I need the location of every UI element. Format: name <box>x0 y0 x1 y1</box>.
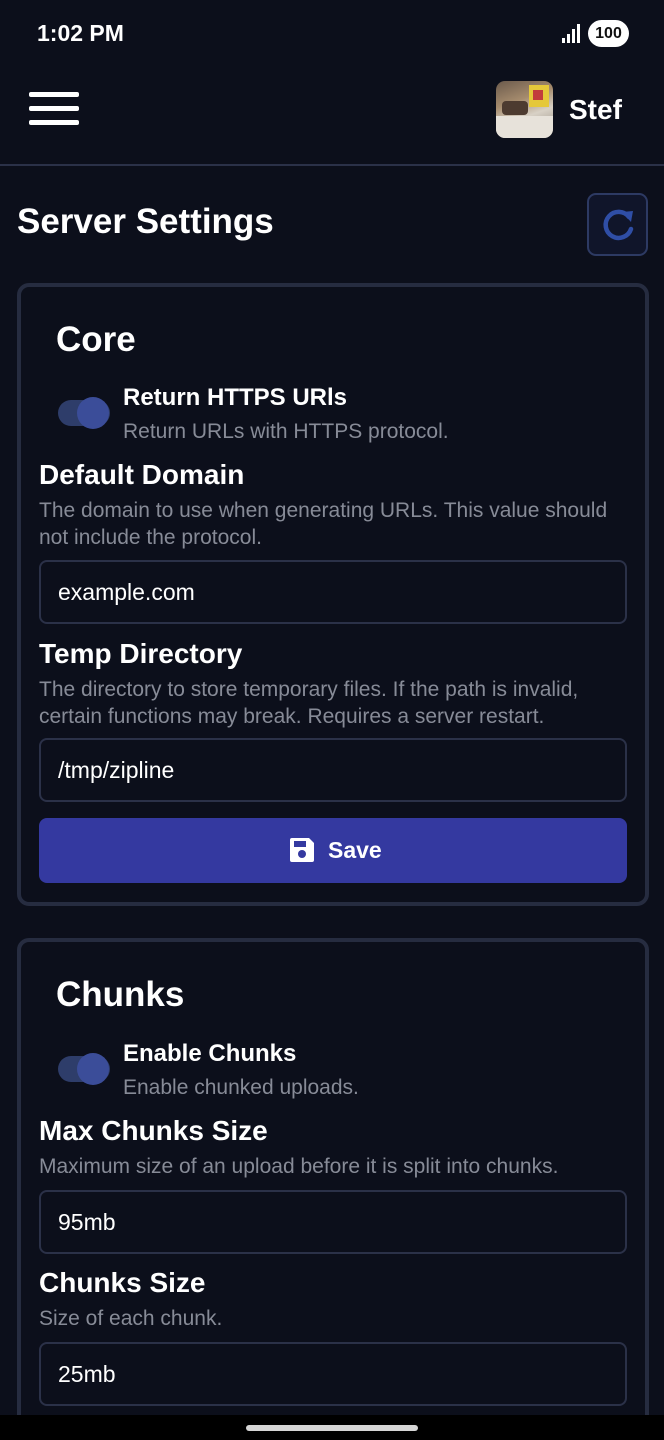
temp-directory-label: Temp Directory <box>39 638 243 669</box>
chunks-size-description: Size of each chunk. <box>39 1307 223 1330</box>
system-nav-bar <box>0 1415 664 1440</box>
max-chunks-size-input[interactable] <box>39 1190 627 1254</box>
max-chunks-size-label: Max Chunks Size <box>39 1115 268 1146</box>
chunks-size-input[interactable] <box>39 1342 627 1406</box>
floppy-disk-icon <box>290 838 314 862</box>
max-chunks-size-description: Maximum size of an upload before it is s… <box>39 1155 559 1178</box>
temp-directory-description: The directory to store temporary files. … <box>39 678 579 728</box>
status-bar: 1:02 PM 100 <box>0 0 664 66</box>
core-settings-card: Core Return HTTPS URls Return URLs with … <box>17 283 649 906</box>
app-header: Stef <box>0 66 664 166</box>
status-time: 1:02 PM <box>37 20 124 46</box>
temp-directory-input[interactable] <box>39 738 627 802</box>
chunks-settings-card: Chunks Enable Chunks Enable chunked uplo… <box>17 938 649 1440</box>
default-domain-description: The domain to use when generating URLs. … <box>39 499 608 549</box>
https-urls-toggle[interactable] <box>58 397 110 429</box>
https-urls-toggle-description: Return URLs with HTTPS protocol. <box>123 420 449 443</box>
battery-indicator: 100 <box>588 20 629 47</box>
page-title: Server Settings <box>17 202 274 241</box>
signal-icon <box>562 24 580 43</box>
save-button-label: Save <box>328 837 382 863</box>
chunks-card-title: Chunks <box>56 975 185 1014</box>
refresh-button[interactable] <box>587 193 648 256</box>
core-card-title: Core <box>56 320 136 359</box>
default-domain-input[interactable] <box>39 560 627 624</box>
chunks-size-label: Chunks Size <box>39 1267 206 1298</box>
save-button[interactable]: Save <box>39 818 627 883</box>
default-domain-label: Default Domain <box>39 459 245 490</box>
enable-chunks-toggle-label: Enable Chunks <box>123 1040 297 1067</box>
menu-icon[interactable] <box>29 92 79 126</box>
refresh-icon <box>603 209 634 241</box>
enable-chunks-toggle[interactable] <box>58 1053 110 1085</box>
https-urls-toggle-label: Return HTTPS URls <box>123 384 348 411</box>
username[interactable]: Stef <box>569 94 622 126</box>
home-indicator[interactable] <box>246 1425 418 1431</box>
enable-chunks-toggle-description: Enable chunked uploads. <box>123 1076 359 1099</box>
avatar[interactable] <box>496 81 553 138</box>
